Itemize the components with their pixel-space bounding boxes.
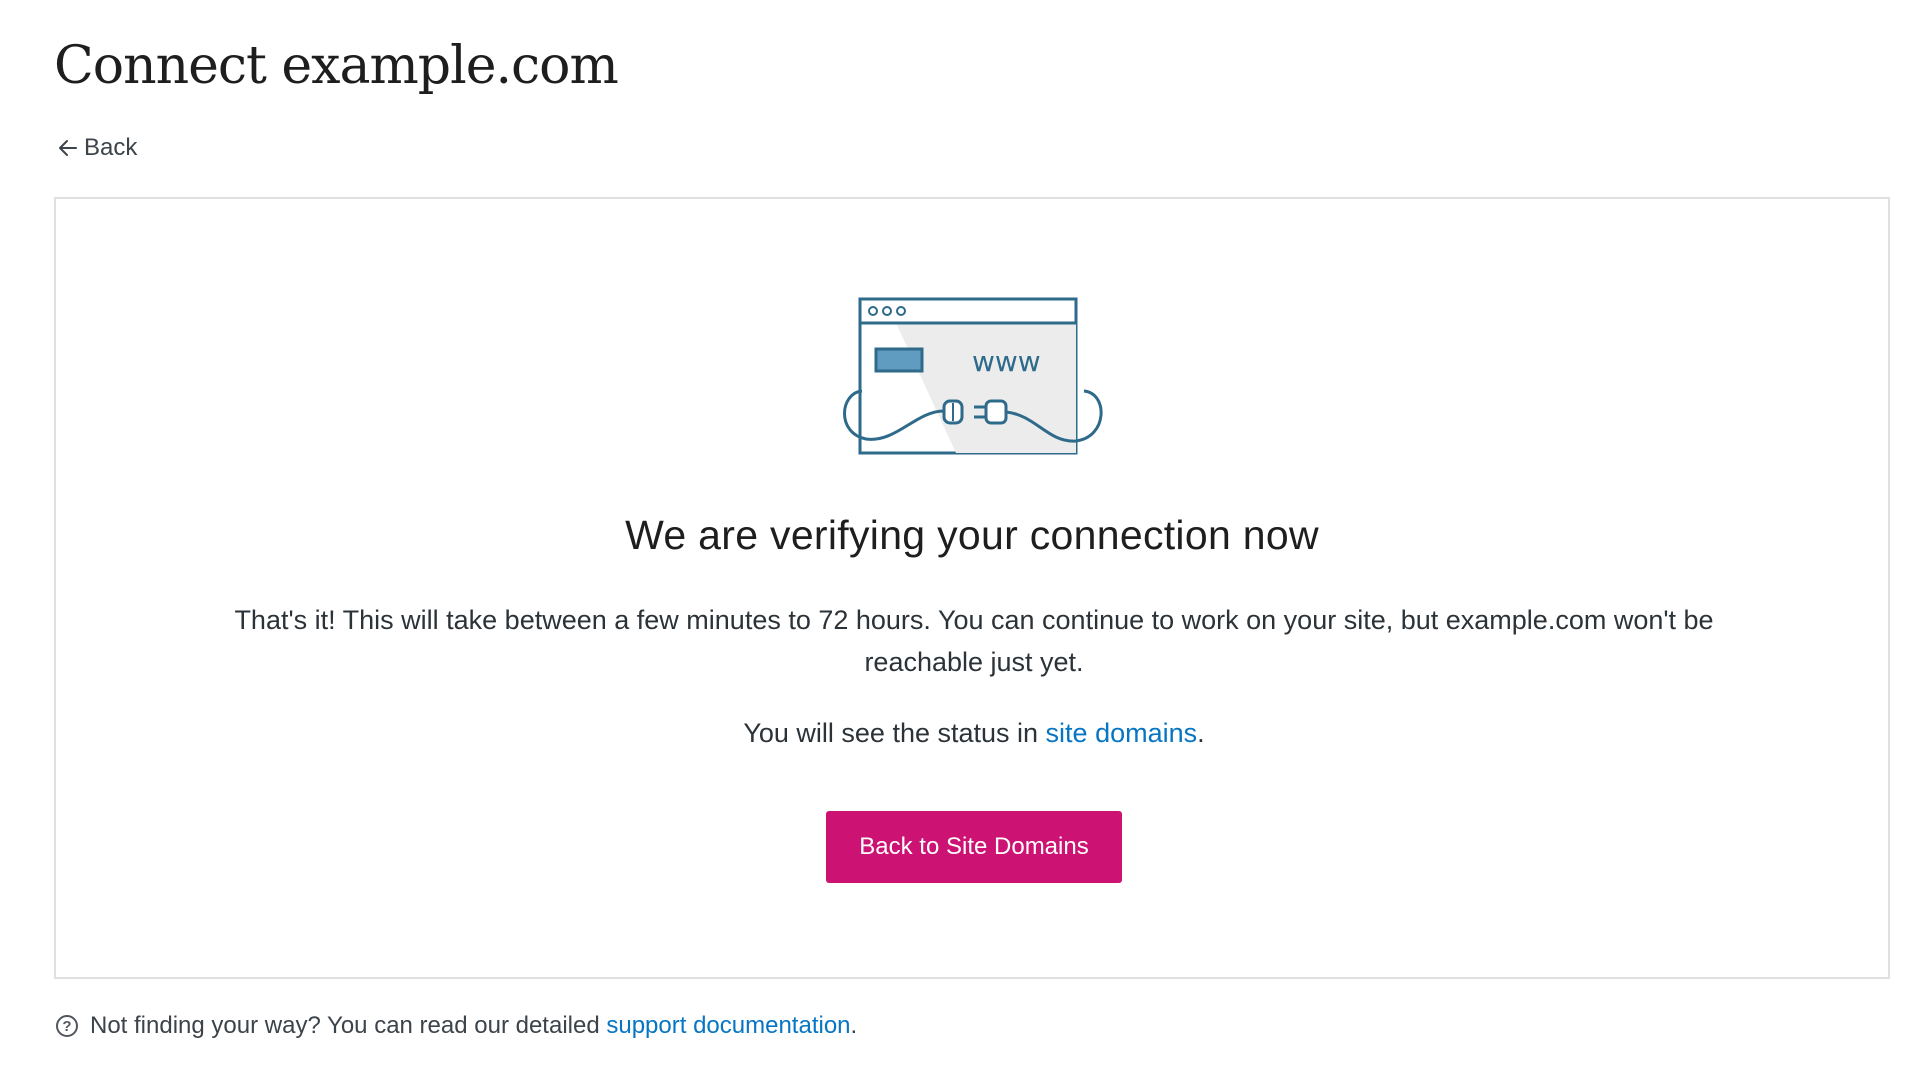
status-hint-suffix: . bbox=[1197, 718, 1205, 748]
status-hint-prefix: You will see the status in bbox=[743, 718, 1046, 748]
verification-description: That's it! This will take between a few … bbox=[234, 605, 1714, 677]
help-prefix: Not finding your way? You can read our d… bbox=[90, 1012, 607, 1039]
help-text: Not finding your way? You can read our d… bbox=[90, 1012, 857, 1040]
help-suffix: . bbox=[850, 1012, 858, 1039]
verification-card: www We are verifying your connection now… bbox=[54, 197, 1890, 979]
unplugged-browser-illustration: www bbox=[843, 297, 1103, 455]
back-link[interactable]: Back bbox=[56, 134, 137, 162]
status-hint: You will see the status in site domains. bbox=[176, 712, 1772, 754]
support-documentation-link[interactable]: support documentation bbox=[606, 1012, 850, 1039]
verification-heading: We are verifying your connection now bbox=[625, 512, 1319, 558]
help-circle-icon: ? bbox=[56, 1015, 78, 1037]
back-to-site-domains-button[interactable]: Back to Site Domains bbox=[826, 811, 1122, 883]
www-label: www bbox=[972, 345, 1041, 378]
help-footer: ? Not finding your way? You can read our… bbox=[56, 1012, 857, 1040]
back-label: Back bbox=[84, 134, 138, 161]
page-title: Connect example.com bbox=[54, 36, 619, 96]
arrow-left-icon bbox=[59, 140, 77, 156]
site-domains-link[interactable]: site domains bbox=[1046, 718, 1198, 748]
